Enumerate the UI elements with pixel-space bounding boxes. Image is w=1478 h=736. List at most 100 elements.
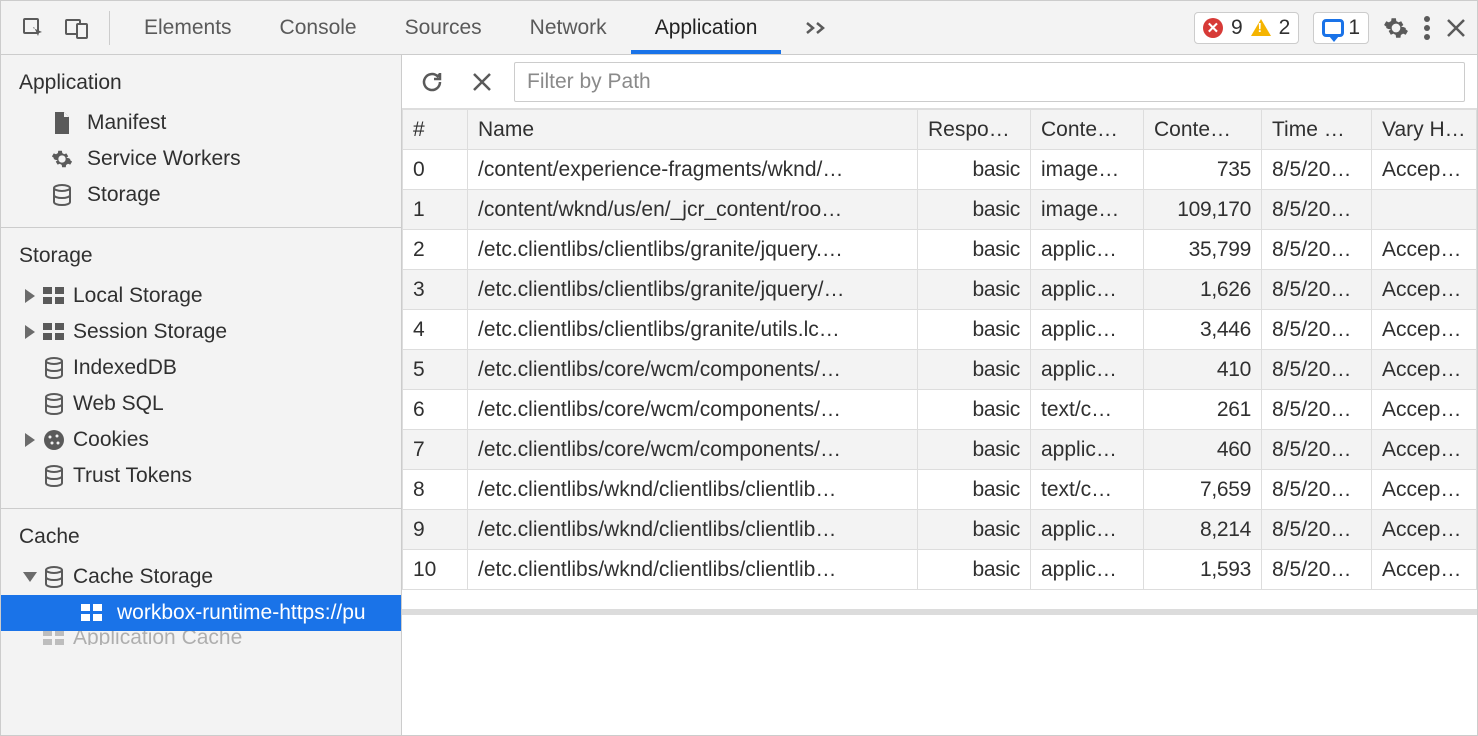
- sidebar-item-label: Local Storage: [73, 284, 203, 308]
- cell-name: /etc.clientlibs/wknd/clientlibs/clientli…: [468, 470, 918, 510]
- cell-content-length: 1,593: [1144, 550, 1262, 590]
- tab-elements[interactable]: Elements: [120, 1, 256, 54]
- sidebar-item-manifest[interactable]: Manifest: [1, 105, 401, 141]
- cell-content-length: 261: [1144, 390, 1262, 430]
- sidebar-item-cache-storage[interactable]: Cache Storage: [1, 559, 401, 595]
- cell-index: 7: [403, 430, 468, 470]
- cell-response: basic: [918, 150, 1031, 190]
- cell-response: basic: [918, 510, 1031, 550]
- issues-badge[interactable]: 1: [1313, 12, 1369, 44]
- cell-content-length: 1,626: [1144, 270, 1262, 310]
- cookie-icon: [41, 428, 67, 452]
- sidebar-item-label: Service Workers: [87, 147, 241, 171]
- settings-icon[interactable]: [1383, 15, 1409, 41]
- clear-button[interactable]: [464, 64, 500, 100]
- sidebar-item-workbox-cache[interactable]: workbox-runtime-https://pu: [1, 595, 401, 631]
- sidebar-item-cookies[interactable]: Cookies: [1, 422, 401, 458]
- inspect-icon[interactable]: [11, 1, 55, 55]
- refresh-button[interactable]: [414, 64, 450, 100]
- cell-vary: Accep…: [1372, 230, 1477, 270]
- sidebar-item-local-storage[interactable]: Local Storage: [1, 278, 401, 314]
- cell-content-type: text/c…: [1031, 470, 1144, 510]
- error-warning-badge[interactable]: ✕ 9 2: [1194, 12, 1299, 44]
- cell-content-length: 735: [1144, 150, 1262, 190]
- cell-vary: Accep…: [1372, 150, 1477, 190]
- sidebar-item-label: Manifest: [87, 111, 166, 135]
- cell-response: basic: [918, 270, 1031, 310]
- cell-content-length: 7,659: [1144, 470, 1262, 510]
- tab-application[interactable]: Application: [631, 1, 782, 54]
- table-row[interactable]: 7/etc.clientlibs/core/wcm/components/…ba…: [403, 430, 1477, 470]
- table-row[interactable]: 0/content/experience-fragments/wknd/…bas…: [403, 150, 1477, 190]
- expand-icon[interactable]: [25, 289, 35, 303]
- cache-entries-table: # Name Respo… Conte… Conte… Time … Vary …: [402, 109, 1477, 590]
- cell-name: /content/wknd/us/en/_jcr_content/roo…: [468, 190, 918, 230]
- table-row[interactable]: 8/etc.clientlibs/wknd/clientlibs/clientl…: [403, 470, 1477, 510]
- col-response[interactable]: Respo…: [918, 110, 1031, 150]
- sidebar-item-indexeddb[interactable]: IndexedDB: [1, 350, 401, 386]
- more-icon[interactable]: [1423, 15, 1431, 41]
- sidebar-item-application-cache[interactable]: Application Cache: [1, 631, 401, 645]
- col-content-type[interactable]: Conte…: [1031, 110, 1144, 150]
- tab-overflow[interactable]: [781, 1, 851, 54]
- table-row[interactable]: 5/etc.clientlibs/core/wcm/components/…ba…: [403, 350, 1477, 390]
- expand-icon[interactable]: [25, 433, 35, 447]
- cell-time: 8/5/20…: [1262, 430, 1372, 470]
- database-icon: [41, 356, 67, 380]
- col-vary[interactable]: Vary H…: [1372, 110, 1477, 150]
- tab-sources[interactable]: Sources: [381, 1, 506, 54]
- sidebar-item-label: IndexedDB: [73, 356, 177, 380]
- cell-vary: Accep…: [1372, 350, 1477, 390]
- table-row[interactable]: 10/etc.clientlibs/wknd/clientlibs/client…: [403, 550, 1477, 590]
- tab-network[interactable]: Network: [506, 1, 631, 54]
- sidebar-item-service-workers[interactable]: Service Workers: [1, 141, 401, 177]
- cell-name: /etc.clientlibs/wknd/clientlibs/clientli…: [468, 550, 918, 590]
- cell-time: 8/5/20…: [1262, 310, 1372, 350]
- sidebar-item-storage[interactable]: Storage: [1, 177, 401, 213]
- sidebar-item-websql[interactable]: Web SQL: [1, 386, 401, 422]
- table-row[interactable]: 6/etc.clientlibs/core/wcm/components/…ba…: [403, 390, 1477, 430]
- table-row[interactable]: 2/etc.clientlibs/clientlibs/granite/jque…: [403, 230, 1477, 270]
- col-content-length[interactable]: Conte…: [1144, 110, 1262, 150]
- cell-index: 1: [403, 190, 468, 230]
- sidebar-item-session-storage[interactable]: Session Storage: [1, 314, 401, 350]
- cell-content-type: applic…: [1031, 430, 1144, 470]
- device-toggle-icon[interactable]: [55, 1, 99, 55]
- table-row[interactable]: 1/content/wknd/us/en/_jcr_content/roo…ba…: [403, 190, 1477, 230]
- cell-time: 8/5/20…: [1262, 470, 1372, 510]
- table-row[interactable]: 4/etc.clientlibs/clientlibs/granite/util…: [403, 310, 1477, 350]
- col-time[interactable]: Time …: [1262, 110, 1372, 150]
- database-icon: [41, 392, 67, 416]
- cell-index: 0: [403, 150, 468, 190]
- section-storage-title: Storage: [1, 240, 401, 278]
- table-row[interactable]: 3/etc.clientlibs/clientlibs/granite/jque…: [403, 270, 1477, 310]
- cell-content-length: 460: [1144, 430, 1262, 470]
- sidebar-item-label: Cookies: [73, 428, 149, 452]
- table-row[interactable]: 9/etc.clientlibs/wknd/clientlibs/clientl…: [403, 510, 1477, 550]
- collapse-icon[interactable]: [23, 572, 37, 582]
- cell-vary: Accep…: [1372, 310, 1477, 350]
- devtools-tabbar: Elements Console Sources Network Applica…: [1, 1, 1477, 55]
- cell-content-length: 109,170: [1144, 190, 1262, 230]
- cell-index: 9: [403, 510, 468, 550]
- cell-response: basic: [918, 230, 1031, 270]
- cell-response: basic: [918, 550, 1031, 590]
- cell-vary: Accep…: [1372, 270, 1477, 310]
- cell-content-type: applic…: [1031, 550, 1144, 590]
- tab-console[interactable]: Console: [256, 1, 381, 54]
- cell-content-type: applic…: [1031, 230, 1144, 270]
- col-name[interactable]: Name: [468, 110, 918, 150]
- database-icon: [49, 183, 75, 207]
- cell-content-length: 3,446: [1144, 310, 1262, 350]
- cell-response: basic: [918, 310, 1031, 350]
- col-index[interactable]: #: [403, 110, 468, 150]
- cell-time: 8/5/20…: [1262, 230, 1372, 270]
- sidebar-item-trust-tokens[interactable]: Trust Tokens: [1, 458, 401, 494]
- table-icon: [41, 320, 67, 344]
- close-icon[interactable]: [1445, 17, 1467, 39]
- sidebar-item-label: Session Storage: [73, 320, 227, 344]
- cell-time: 8/5/20…: [1262, 190, 1372, 230]
- expand-icon[interactable]: [25, 325, 35, 339]
- cell-response: basic: [918, 190, 1031, 230]
- filter-input[interactable]: [514, 62, 1465, 102]
